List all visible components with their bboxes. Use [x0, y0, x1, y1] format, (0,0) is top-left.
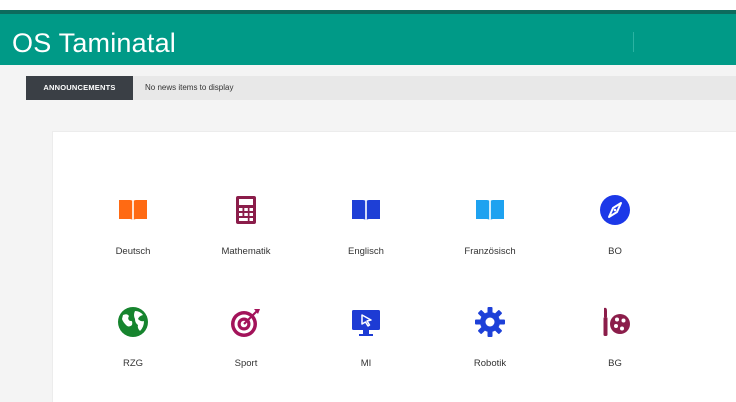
- announcements-bar: ANNOUNCEMENTS No news items to display: [26, 76, 736, 100]
- calculator-icon: [236, 196, 256, 224]
- screen-cursor-icon: [352, 310, 380, 336]
- tile-label: MI: [360, 358, 372, 369]
- target-icon: [231, 309, 260, 337]
- announcements-label[interactable]: ANNOUNCEMENTS: [26, 76, 133, 100]
- header-divider: [633, 32, 634, 52]
- tile-label: BG: [608, 358, 622, 369]
- tile-label: BO: [608, 246, 622, 257]
- announcements-text: No news items to display: [145, 83, 234, 92]
- globe-icon: [118, 307, 148, 337]
- tile-franzoesisch[interactable]: Französisch: [430, 194, 550, 264]
- tile-label: Robotik: [473, 358, 507, 369]
- tile-mi[interactable]: MI: [306, 306, 426, 376]
- palette-icon: [603, 307, 630, 336]
- tile-label: Mathematik: [221, 246, 271, 257]
- tile-rzg[interactable]: RZG: [73, 306, 193, 376]
- book-open-icon: [476, 200, 504, 222]
- tile-label: RZG: [122, 358, 144, 369]
- book-open-icon: [352, 200, 380, 222]
- tile-bo[interactable]: BO: [555, 194, 675, 264]
- tile-label: Englisch: [348, 246, 384, 257]
- tile-label: Deutsch: [115, 246, 151, 257]
- site-header: OS Taminatal: [0, 10, 736, 65]
- tile-label: Französisch: [464, 246, 516, 257]
- course-panel: Deutsch Mathematik Englisch Französisch …: [52, 131, 736, 402]
- compass-icon: [600, 195, 630, 225]
- gear-icon: [475, 307, 505, 337]
- tile-sport[interactable]: Sport: [186, 306, 306, 376]
- tile-robotik[interactable]: Robotik: [430, 306, 550, 376]
- tile-bg[interactable]: BG: [555, 306, 675, 376]
- book-open-icon: [119, 200, 147, 222]
- tile-englisch[interactable]: Englisch: [306, 194, 426, 264]
- site-title[interactable]: OS Taminatal: [12, 28, 176, 58]
- top-strip: [0, 0, 736, 10]
- tile-mathematik[interactable]: Mathematik: [186, 194, 306, 264]
- tile-label: Sport: [234, 358, 258, 369]
- tile-deutsch[interactable]: Deutsch: [73, 194, 193, 264]
